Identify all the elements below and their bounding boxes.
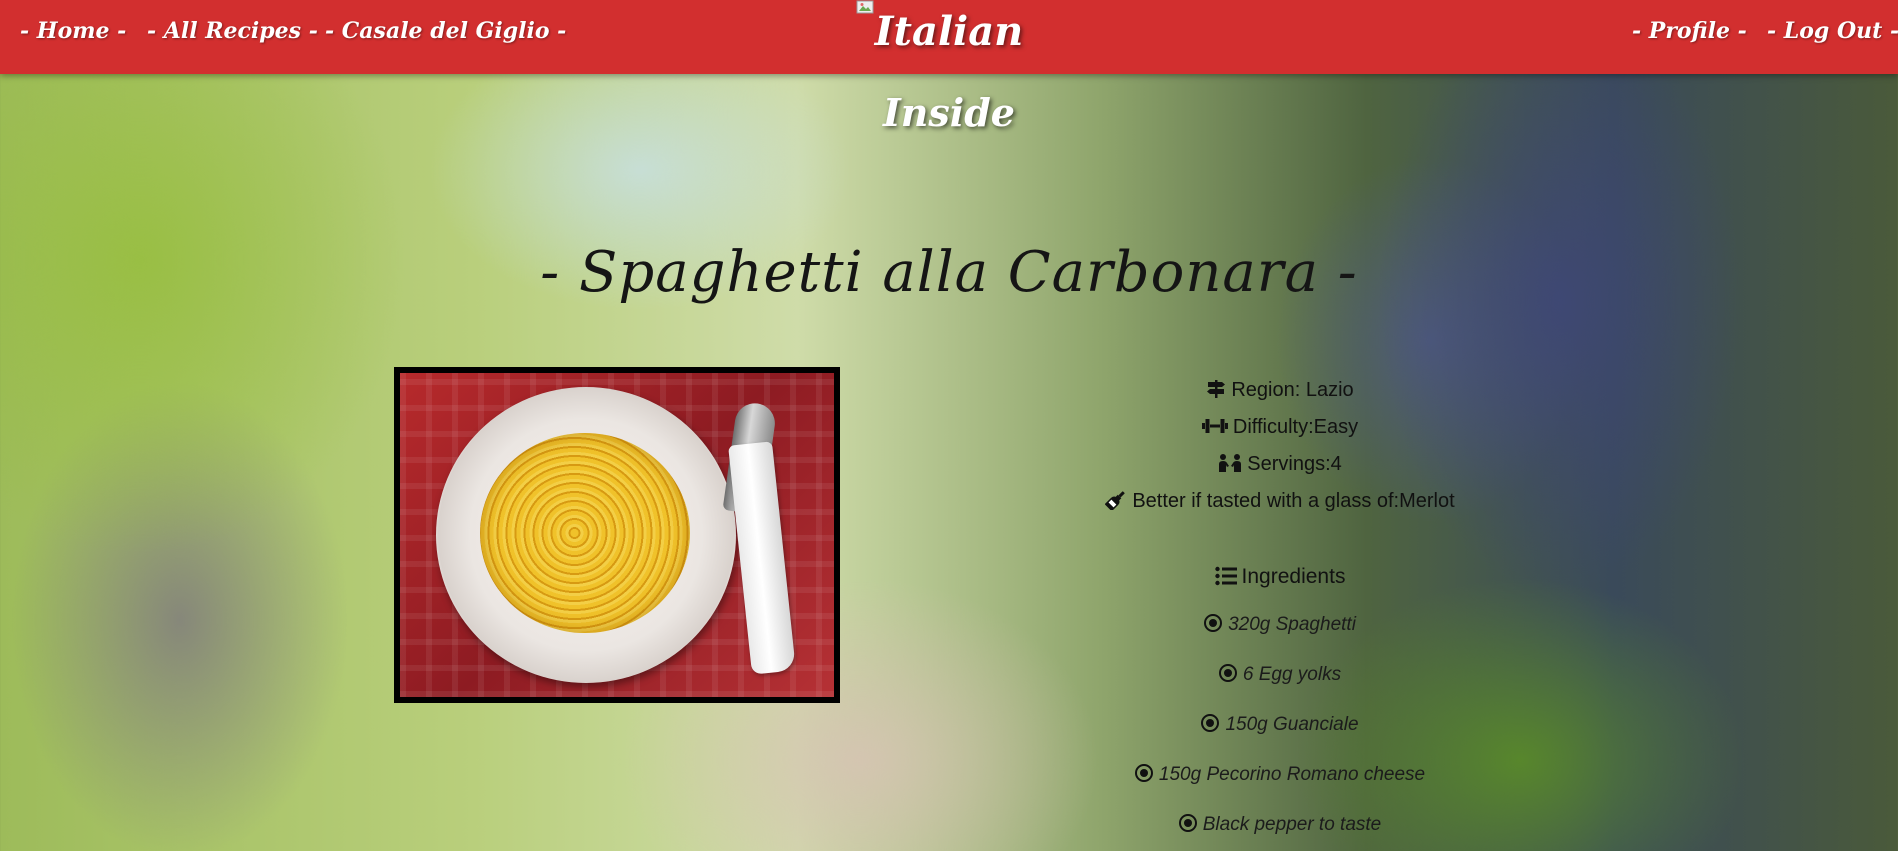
difficulty-text: Difficulty:Easy xyxy=(1232,416,1359,438)
ingredient-item: 320g Spaghetti xyxy=(1080,614,1480,636)
broken-image-icon xyxy=(856,0,874,14)
brand-subtitle: Inside xyxy=(883,90,1015,135)
ingredient-item: 150g Guanciale xyxy=(1080,714,1480,736)
nav-logout-link[interactable]: - Log Out - xyxy=(1767,18,1898,44)
nav-all-recipes-link[interactable]: - All Recipes - xyxy=(147,18,318,44)
dot-circle-icon xyxy=(1201,714,1220,732)
ingredient-item: Black pepper to taste xyxy=(1080,814,1480,836)
dish-image xyxy=(400,373,834,697)
nav-profile-link[interactable]: - Profile - xyxy=(1632,18,1747,44)
difficulty-row: Difficulty:Easy xyxy=(1080,416,1480,439)
napkin-graphic xyxy=(728,441,796,675)
ingredient-text: 6 Egg yolks xyxy=(1242,664,1342,685)
ingredient-text: 150g Guanciale xyxy=(1225,714,1359,735)
ingredient-text: 320g Spaghetti xyxy=(1228,614,1356,635)
ingredient-text: 150g Pecorino Romano cheese xyxy=(1158,764,1426,785)
wine-text: Better if tasted with a glass of:Merlot xyxy=(1132,490,1455,512)
recipe-title: - Spaghetti alla Carbonara - xyxy=(540,240,1358,305)
nav-home-link[interactable]: - Home - xyxy=(20,18,126,44)
region-row: Region: Lazio xyxy=(1080,379,1480,402)
region-text: Region: Lazio xyxy=(1231,379,1354,401)
signpost-icon xyxy=(1207,380,1226,398)
ingredients-label: Ingredients xyxy=(1241,565,1346,588)
dot-circle-icon xyxy=(1134,764,1153,782)
dot-circle-icon xyxy=(1178,814,1197,832)
dumbbell-icon xyxy=(1201,419,1228,433)
wine-pairing-row: Better if tasted with a glass of:Merlot xyxy=(1080,490,1480,513)
ingredient-text: Black pepper to taste xyxy=(1202,814,1382,835)
recipe-photo xyxy=(394,367,840,703)
ingredient-item: 150g Pecorino Romano cheese xyxy=(1080,764,1480,786)
people-icon xyxy=(1219,454,1242,472)
pasta-graphic xyxy=(480,433,690,633)
wine-bottle-icon xyxy=(1105,491,1125,510)
nav-casale-del-giglio-link[interactable]: - Casale del Giglio - xyxy=(325,18,566,44)
dot-circle-icon xyxy=(1204,614,1223,632)
top-navbar: - Home - - All Recipes - - Casale del Gi… xyxy=(0,0,1898,74)
ingredients-header: Ingredients xyxy=(1080,565,1480,589)
dot-circle-icon xyxy=(1218,664,1237,682)
list-icon xyxy=(1214,566,1237,586)
ingredient-item: 6 Egg yolks xyxy=(1080,664,1480,686)
servings-text: Servings:4 xyxy=(1247,453,1342,475)
servings-row: Servings:4 xyxy=(1080,453,1480,476)
